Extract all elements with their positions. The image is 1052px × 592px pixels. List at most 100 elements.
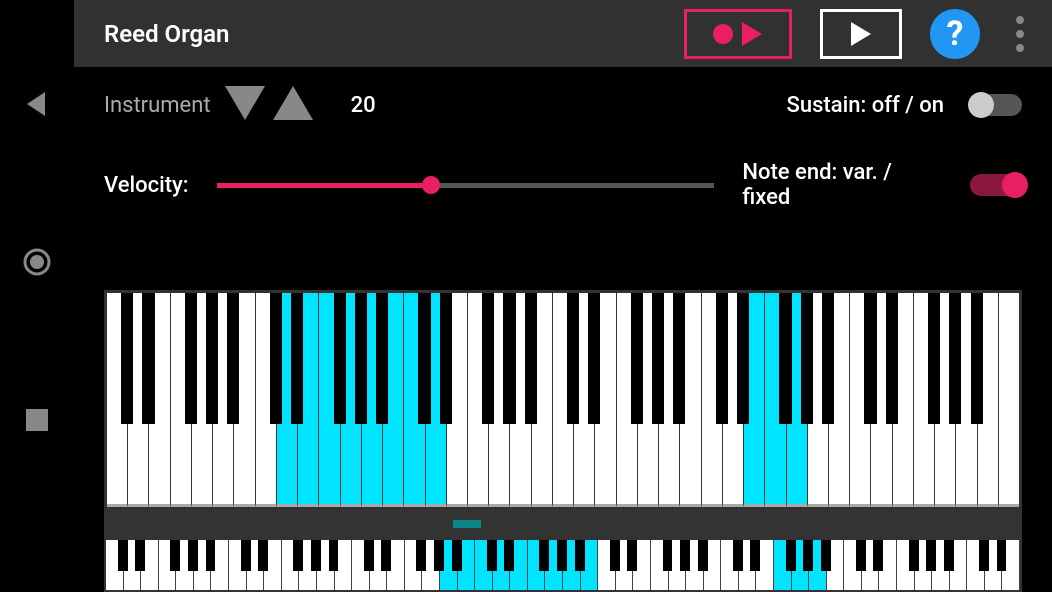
black-key[interactable]	[142, 293, 154, 424]
mini-black-key[interactable]	[188, 540, 198, 571]
mini-white-key[interactable]	[598, 540, 616, 590]
white-key[interactable]	[404, 293, 425, 507]
mini-black-key[interactable]	[452, 540, 462, 571]
mini-black-key[interactable]	[206, 540, 216, 571]
mini-black-key[interactable]	[680, 540, 690, 571]
white-key[interactable]	[765, 293, 786, 507]
black-key[interactable]	[716, 293, 728, 424]
black-key[interactable]	[270, 293, 282, 424]
black-key[interactable]	[440, 293, 452, 424]
black-key[interactable]	[291, 293, 303, 424]
mini-black-key[interactable]	[926, 540, 936, 571]
mini-black-key[interactable]	[627, 540, 637, 571]
mini-white-key[interactable]	[352, 540, 370, 590]
help-button[interactable]: ?	[930, 9, 980, 59]
mini-black-key[interactable]	[416, 540, 426, 571]
mini-black-key[interactable]	[997, 540, 1007, 571]
white-key[interactable]	[107, 293, 128, 507]
white-key[interactable]	[319, 293, 340, 507]
mini-black-key[interactable]	[434, 540, 444, 571]
black-key[interactable]	[121, 293, 133, 424]
mini-white-key[interactable]	[651, 540, 669, 590]
mini-black-key[interactable]	[786, 540, 796, 571]
black-key[interactable]	[567, 293, 579, 424]
mini-black-key[interactable]	[293, 540, 303, 571]
mini-black-key[interactable]	[979, 540, 989, 571]
white-key[interactable]	[702, 293, 723, 507]
black-key[interactable]	[779, 293, 791, 424]
record-circle-button[interactable]	[23, 248, 51, 276]
white-key[interactable]	[553, 293, 574, 507]
black-key[interactable]	[482, 293, 494, 424]
mini-black-key[interactable]	[698, 540, 708, 571]
mini-black-key[interactable]	[504, 540, 514, 571]
white-key[interactable]	[617, 293, 638, 507]
mini-black-key[interactable]	[663, 540, 673, 571]
mini-black-key[interactable]	[258, 540, 268, 571]
black-key[interactable]	[631, 293, 643, 424]
mini-white-key[interactable]	[967, 540, 985, 590]
mini-black-key[interactable]	[821, 540, 831, 571]
mini-white-key[interactable]	[159, 540, 177, 590]
stop-square-button[interactable]	[23, 406, 51, 434]
mini-white-key[interactable]	[282, 540, 300, 590]
white-key[interactable]	[468, 293, 489, 507]
white-key[interactable]	[171, 293, 192, 507]
sustain-toggle[interactable]	[970, 94, 1022, 116]
keyboard-scroll-track[interactable]	[104, 510, 1022, 538]
black-key[interactable]	[588, 293, 600, 424]
noteend-toggle[interactable]	[970, 174, 1022, 196]
mini-white-key[interactable]	[897, 540, 915, 590]
mini-white-key[interactable]	[405, 540, 423, 590]
mini-white-key[interactable]	[721, 540, 739, 590]
mini-black-key[interactable]	[487, 540, 497, 571]
black-key[interactable]	[822, 293, 834, 424]
black-key[interactable]	[355, 293, 367, 424]
mini-black-key[interactable]	[381, 540, 391, 571]
mini-black-key[interactable]	[241, 540, 251, 571]
mini-black-key[interactable]	[944, 540, 954, 571]
mini-black-key[interactable]	[329, 540, 339, 571]
scroll-handle[interactable]	[453, 520, 481, 528]
black-key[interactable]	[652, 293, 664, 424]
black-key[interactable]	[418, 293, 430, 424]
mini-black-key[interactable]	[610, 540, 620, 571]
play-button[interactable]	[820, 9, 902, 59]
mini-white-key[interactable]	[528, 540, 546, 590]
white-key[interactable]	[914, 293, 935, 507]
mini-white-key[interactable]	[844, 540, 862, 590]
instrument-decrement-button[interactable]	[225, 86, 265, 124]
white-key[interactable]	[256, 293, 277, 507]
black-key[interactable]	[801, 293, 813, 424]
black-key[interactable]	[206, 293, 218, 424]
black-key[interactable]	[376, 293, 388, 424]
black-key[interactable]	[886, 293, 898, 424]
mini-black-key[interactable]	[311, 540, 321, 571]
record-and-play-button[interactable]	[684, 9, 792, 59]
piano-keyboard-overview[interactable]	[104, 538, 1022, 592]
mini-white-key[interactable]	[106, 540, 124, 590]
instrument-increment-button[interactable]	[273, 86, 313, 124]
white-key[interactable]	[999, 293, 1019, 507]
black-key[interactable]	[227, 293, 239, 424]
piano-keyboard[interactable]	[104, 290, 1022, 510]
mini-black-key[interactable]	[135, 540, 145, 571]
mini-black-key[interactable]	[750, 540, 760, 571]
mini-black-key[interactable]	[733, 540, 743, 571]
mini-black-key[interactable]	[873, 540, 883, 571]
mini-black-key[interactable]	[557, 540, 567, 571]
mini-black-key[interactable]	[856, 540, 866, 571]
mini-black-key[interactable]	[170, 540, 180, 571]
mini-black-key[interactable]	[909, 540, 919, 571]
mini-white-key[interactable]	[774, 540, 792, 590]
back-button[interactable]	[23, 90, 51, 118]
black-key[interactable]	[525, 293, 537, 424]
black-key[interactable]	[185, 293, 197, 424]
black-key[interactable]	[503, 293, 515, 424]
mini-black-key[interactable]	[803, 540, 813, 571]
mini-black-key[interactable]	[118, 540, 128, 571]
black-key[interactable]	[928, 293, 940, 424]
black-key[interactable]	[949, 293, 961, 424]
black-key[interactable]	[971, 293, 983, 424]
overflow-menu-button[interactable]	[1008, 8, 1032, 60]
